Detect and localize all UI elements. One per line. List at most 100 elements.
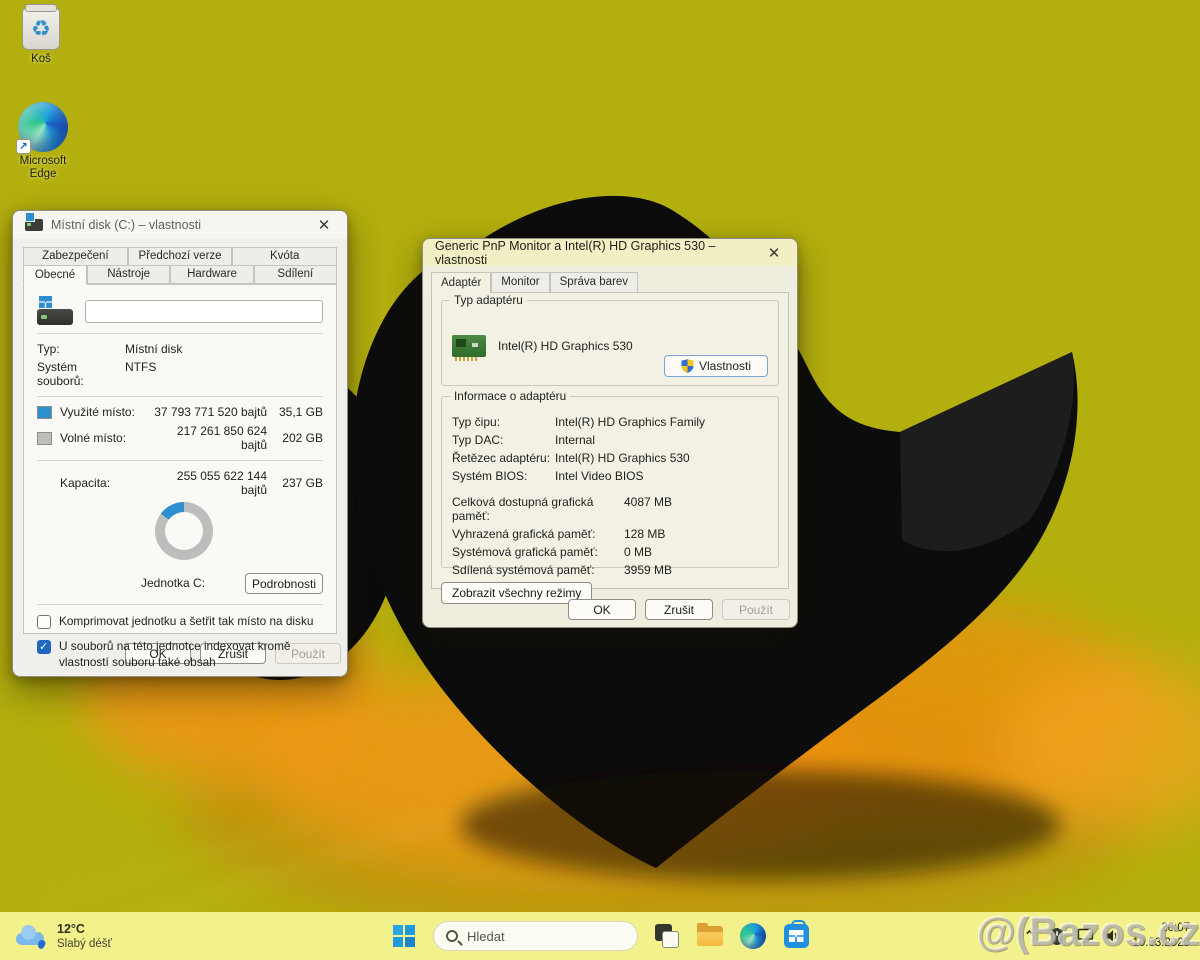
cancel-button[interactable]: Zrušit — [645, 599, 713, 620]
free-space-bytes: 217 261 850 624 bajtů — [152, 424, 267, 452]
edge-icon — [740, 923, 766, 949]
adapter-properties-button[interactable]: Vlastnosti — [664, 355, 768, 377]
system-drive-icon — [37, 309, 73, 325]
divider — [37, 396, 323, 397]
capacity-bytes: 255 055 622 144 bajtů — [152, 469, 267, 497]
details-button[interactable]: Podrobnosti — [245, 573, 323, 594]
field-value: Místní disk — [125, 342, 182, 356]
tab-hardware[interactable]: Hardware — [170, 265, 253, 284]
search-icon — [446, 930, 458, 942]
close-icon[interactable]: ✕ — [313, 216, 335, 234]
folder-icon — [697, 926, 723, 946]
uac-shield-icon — [681, 359, 694, 373]
mouse-tray-icon[interactable] — [1048, 927, 1066, 945]
start-button[interactable] — [390, 922, 418, 950]
used-space-size: 35,1 GB — [267, 405, 323, 419]
taskbar-search[interactable]: Hledat — [433, 921, 638, 951]
info-label: Typ DAC: — [452, 433, 555, 447]
free-space-label: Volné místo: — [60, 431, 152, 445]
compress-checkbox[interactable] — [37, 615, 51, 629]
free-space-size: 202 GB — [267, 431, 323, 445]
volume-tray-icon[interactable] — [1104, 927, 1122, 945]
display-tray-icon[interactable] — [1076, 927, 1094, 945]
gpu-dialog-titlebar[interactable]: Generic PnP Monitor a Intel(R) HD Graphi… — [423, 239, 797, 266]
weather-temp: 12°C — [57, 922, 112, 938]
divider — [37, 604, 323, 605]
memory-label: Systémová grafická paměť: — [452, 545, 624, 559]
disk-dialog-title: Místní disk (C:) – vlastnosti — [51, 218, 305, 232]
disk-general-tab-page: Typ:Místní disk Systém souborů:NTFS Využ… — [23, 284, 337, 634]
ok-button[interactable]: OK — [568, 599, 636, 620]
info-value: Intel Video BIOS — [555, 469, 644, 483]
tab-sprava-barev[interactable]: Správa barev — [550, 272, 638, 292]
gpu-dialog-title: Generic PnP Monitor a Intel(R) HD Graphi… — [435, 239, 755, 267]
capacity-row: Kapacita: 255 055 622 144 bajtů 237 GB — [37, 469, 323, 497]
capacity-donut — [155, 502, 213, 560]
file-explorer-button[interactable] — [696, 922, 724, 950]
memory-value: 128 MB — [624, 527, 665, 541]
tab-zabezpeceni[interactable]: Zabezpečení — [23, 247, 128, 265]
info-value: Intel(R) HD Graphics Family — [555, 415, 705, 429]
field-value: NTFS — [125, 360, 156, 388]
compress-checkbox-row[interactable]: Komprimovat jednotku a šetřit tak místo … — [37, 614, 323, 630]
task-view-icon — [655, 924, 679, 948]
windows-logo-icon — [393, 925, 415, 947]
adapter-tab-page: Typ adaptéru Intel(R) HD Graphics 530 Vl… — [431, 292, 789, 589]
taskbar: 12°C Slabý déšť Hledat ⌃ — [0, 912, 1200, 960]
free-space-row: Volné místo: 217 261 850 624 bajtů 202 G… — [37, 424, 323, 452]
taskbar-clock[interactable]: 20:07 10.03.2025 — [1132, 921, 1190, 951]
gpu-properties-dialog: Generic PnP Monitor a Intel(R) HD Graphi… — [422, 238, 798, 628]
info-value: Internal — [555, 433, 595, 447]
tab-predchozi-verze[interactable]: Předchozí verze — [128, 247, 233, 265]
capacity-size: 237 GB — [267, 476, 323, 490]
store-button[interactable] — [782, 922, 810, 950]
tab-sdileni[interactable]: Sdílení — [254, 265, 337, 284]
desktop-icon-label: Microsoft Edge — [8, 155, 78, 181]
tab-kvota[interactable]: Kvóta — [232, 247, 337, 265]
info-label: Systém BIOS: — [452, 469, 555, 483]
index-checkbox[interactable] — [37, 640, 51, 654]
used-space-row: Využité místo: 37 793 771 520 bajtů 35,1… — [37, 405, 323, 419]
hidden-icons-chevron[interactable]: ⌃ — [1020, 927, 1038, 945]
desktop-icon-label: Koš — [31, 53, 51, 66]
volume-label-input[interactable] — [85, 300, 323, 323]
group-title: Informace o adaptéru — [450, 389, 570, 403]
index-checkbox-label: U souborů na této jednotce indexovat kro… — [59, 639, 323, 671]
tab-obecne[interactable]: Obecné — [23, 265, 87, 285]
weather-icon — [14, 925, 48, 947]
info-value: Intel(R) HD Graphics 530 — [555, 451, 690, 465]
field-label: Typ: — [37, 342, 125, 356]
gpu-card-icon — [452, 335, 486, 357]
tab-nastroje[interactable]: Nástroje — [87, 265, 170, 284]
info-label: Typ čipu: — [452, 415, 555, 429]
used-space-bytes: 37 793 771 520 bajtů — [152, 405, 267, 419]
free-space-swatch — [37, 432, 52, 445]
used-space-swatch — [37, 406, 52, 419]
info-label: Řetězec adaptéru: — [452, 451, 555, 465]
desktop-icon-edge[interactable]: ↗ Microsoft Edge — [8, 102, 78, 181]
tab-monitor[interactable]: Monitor — [491, 272, 549, 292]
task-view-button[interactable] — [653, 922, 681, 950]
edge-icon: ↗ — [18, 102, 68, 152]
compress-checkbox-label: Komprimovat jednotku a šetřit tak místo … — [59, 614, 323, 630]
clock-date: 10.03.2025 — [1132, 936, 1190, 951]
apply-button[interactable]: Použít — [722, 599, 790, 620]
desktop-icon-recycle-bin[interactable]: ♻ Koš — [6, 8, 76, 66]
group-title: Typ adaptéru — [450, 293, 527, 307]
recycle-bin-icon: ♻ — [22, 8, 60, 50]
tab-adapter[interactable]: Adaptér — [431, 272, 491, 293]
disk-dialog-titlebar[interactable]: Místní disk (C:) – vlastnosti ✕ — [13, 211, 347, 239]
divider — [37, 333, 323, 334]
adapter-type-group: Typ adaptéru Intel(R) HD Graphics 530 Vl… — [441, 300, 779, 386]
disk-properties-dialog: Místní disk (C:) – vlastnosti ✕ Zabezpeč… — [12, 210, 348, 677]
used-space-label: Využité místo: — [60, 405, 152, 419]
memory-value: 3959 MB — [624, 563, 672, 577]
close-icon[interactable]: ✕ — [763, 244, 785, 262]
edge-button[interactable] — [739, 922, 767, 950]
weather-widget[interactable]: 12°C Slabý déšť — [14, 922, 112, 950]
index-checkbox-row[interactable]: U souborů na této jednotce indexovat kro… — [37, 639, 323, 671]
divider — [37, 460, 323, 461]
weather-condition: Slabý déšť — [57, 938, 112, 950]
memory-label: Vyhrazená grafická paměť: — [452, 527, 624, 541]
memory-label: Sdílená systémová paměť: — [452, 563, 624, 577]
